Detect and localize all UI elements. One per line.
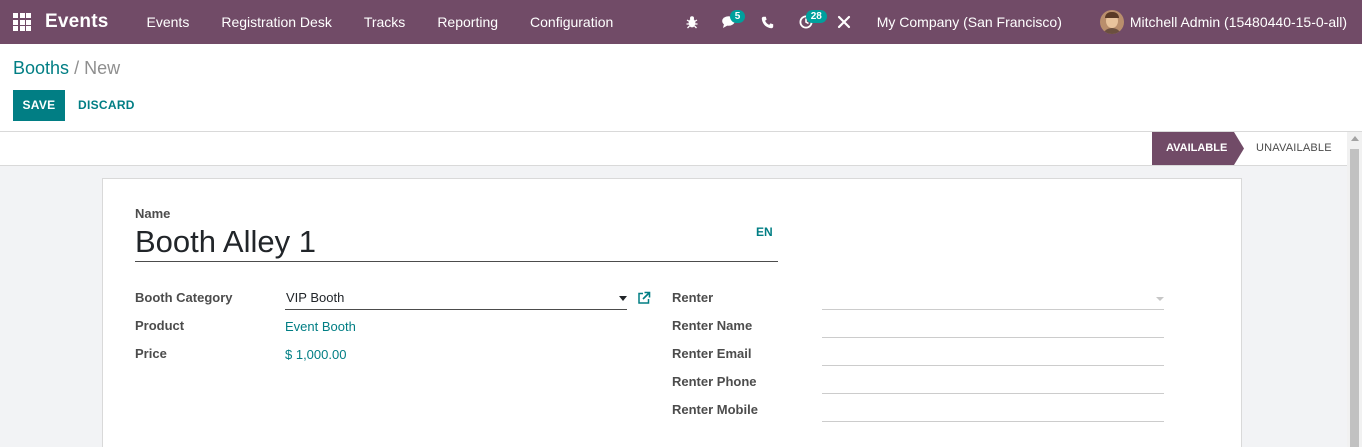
user-menu[interactable]: Mitchell Admin (15480440-15-0-all) — [1074, 10, 1362, 34]
main-menu: Events Registration Desk Tracks Reportin… — [131, 0, 630, 44]
app-name[interactable]: Events — [45, 11, 109, 33]
user-name: Mitchell Admin (15480440-15-0-all) — [1129, 14, 1347, 30]
scroll-up-arrow-icon[interactable] — [1351, 136, 1359, 141]
apps-icon[interactable] — [0, 0, 44, 44]
systray: 5 28 My Company (San Francisco) Mitchell… — [673, 0, 1362, 44]
form-sheet: Name Booth Alley 1 EN Booth Category VIP… — [102, 178, 1242, 447]
renter-mobile-field[interactable] — [822, 398, 1164, 422]
booth-category-field[interactable]: VIP Booth — [285, 286, 627, 310]
breadcrumb: Booths / New — [13, 58, 120, 79]
breadcrumb-current: New — [84, 58, 121, 78]
renter-phone-label: Renter Phone — [672, 374, 757, 389]
chevron-down-icon[interactable] — [1156, 297, 1164, 301]
scrollbar[interactable] — [1347, 132, 1362, 447]
external-link-icon[interactable] — [637, 291, 651, 308]
renter-email-label: Renter Email — [672, 346, 752, 361]
renter-label: Renter — [672, 290, 714, 305]
menu-item-events[interactable]: Events — [131, 0, 206, 44]
menu-item-configuration[interactable]: Configuration — [514, 0, 629, 44]
top-navbar: Events Events Registration Desk Tracks R… — [0, 0, 1362, 44]
messages-badge: 5 — [729, 10, 746, 23]
renter-phone-field[interactable] — [822, 370, 1164, 394]
price-label: Price — [135, 346, 167, 361]
control-panel: Booths / New SAVE DISCARD — [0, 44, 1362, 132]
price-value: $ 1,000.00 — [285, 347, 347, 362]
activities-badge: 28 — [805, 10, 827, 23]
booth-category-value: VIP Booth — [286, 290, 345, 305]
renter-name-label: Renter Name — [672, 318, 753, 333]
renter-field[interactable] — [822, 286, 1164, 310]
name-label: Name — [135, 206, 171, 221]
chevron-down-icon[interactable] — [619, 296, 627, 301]
menu-item-tracks[interactable]: Tracks — [348, 0, 421, 44]
language-button[interactable]: EN — [756, 225, 773, 239]
booth-category-label: Booth Category — [135, 290, 233, 305]
bug-icon[interactable] — [673, 0, 711, 44]
company-switcher[interactable]: My Company (San Francisco) — [863, 14, 1074, 30]
renter-name-field[interactable] — [822, 314, 1164, 338]
phone-icon[interactable] — [749, 0, 787, 44]
chat-icon[interactable]: 5 — [711, 0, 749, 44]
name-field[interactable]: Booth Alley 1 — [135, 223, 778, 262]
menu-item-reporting[interactable]: Reporting — [421, 0, 514, 44]
stage-available[interactable]: AVAILABLE — [1152, 132, 1244, 165]
menu-item-registration-desk[interactable]: Registration Desk — [205, 0, 348, 44]
activity-icon[interactable]: 28 — [787, 0, 827, 44]
product-label: Product — [135, 318, 185, 333]
product-value[interactable]: Event Booth — [285, 319, 356, 334]
breadcrumb-separator: / — [74, 58, 80, 78]
tools-icon[interactable] — [825, 0, 863, 44]
avatar — [1099, 10, 1124, 34]
scroll-thumb[interactable] — [1350, 149, 1359, 447]
save-button[interactable]: SAVE — [13, 90, 65, 121]
stage-unavailable[interactable]: UNAVAILABLE — [1256, 132, 1332, 165]
renter-mobile-label: Renter Mobile — [672, 402, 758, 417]
renter-email-field[interactable] — [822, 342, 1164, 366]
statusbar: AVAILABLE UNAVAILABLE — [0, 132, 1347, 166]
discard-button[interactable]: DISCARD — [71, 90, 142, 121]
breadcrumb-booths[interactable]: Booths — [13, 58, 69, 78]
